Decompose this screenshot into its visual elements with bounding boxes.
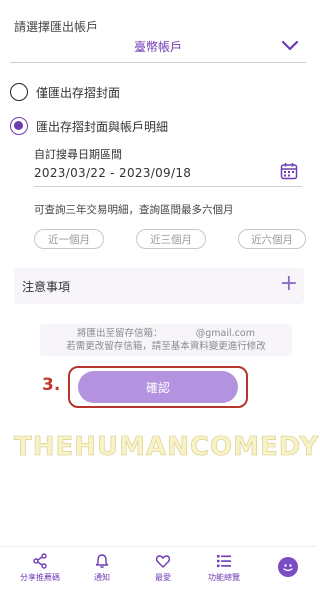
radio-button-selected[interactable] <box>10 117 28 135</box>
plus-icon[interactable]: + <box>280 272 298 296</box>
bell-icon <box>95 554 109 568</box>
nav-notifications[interactable]: 通知 <box>72 553 132 583</box>
option-label: 僅匯出存摺封面 <box>36 85 121 100</box>
step-marker: 3. <box>42 375 61 395</box>
query-hint: 可查詢三年交易明細，查詢區間最多六個月 <box>34 204 234 216</box>
nav-all-features-label: 功能總覽 <box>208 573 240 582</box>
notes-section[interactable]: 注意事項 + <box>14 268 304 304</box>
bottom-nav: 分享推薦碼 通知 最愛 功能總覽 <box>0 546 316 601</box>
range-six-months-button[interactable]: 近六個月 <box>238 229 306 249</box>
menu-icon <box>217 555 231 568</box>
avatar-icon[interactable] <box>278 557 298 577</box>
share-icon <box>33 553 47 569</box>
email-info-line1: 將匯出至留存信箱： @gmail.com <box>77 328 255 339</box>
calendar-icon[interactable] <box>280 162 298 180</box>
confirm-button[interactable]: 確認 <box>78 371 238 403</box>
account-value: 臺幣帳戶 <box>133 40 182 54</box>
option-cover-and-details[interactable]: 匯出存摺封面與帳戶明細 <box>10 114 168 138</box>
nav-favorites-label: 最愛 <box>155 573 171 582</box>
option-cover-only[interactable]: 僅匯出存摺封面 <box>10 80 120 104</box>
notes-title: 注意事項 <box>22 280 71 294</box>
chevron-down-icon <box>281 40 299 51</box>
watermark: THEHUMANCOMEDY <box>14 432 320 463</box>
nav-share[interactable]: 分享推薦碼 <box>10 553 70 583</box>
range-three-months-button[interactable]: 近三個月 <box>136 229 206 249</box>
option-label: 匯出存摺封面與帳戶明細 <box>36 119 169 134</box>
account-select[interactable]: 臺幣帳戶 <box>10 34 306 63</box>
nav-all-features[interactable]: 功能總覽 <box>194 553 254 583</box>
nav-notifications-label: 通知 <box>94 573 110 582</box>
range-one-month-button[interactable]: 近一個月 <box>34 229 104 249</box>
account-label: 請選擇匯出帳戶 <box>14 20 99 34</box>
avatar-face-icon <box>283 564 293 572</box>
nav-share-label: 分享推薦碼 <box>20 573 60 582</box>
radio-button[interactable] <box>10 83 28 101</box>
email-info-line2: 若需更改留存信箱，請至基本資料變更進行修改 <box>66 341 266 352</box>
date-range-value: 2023/03/22 - 2023/09/18 <box>34 166 192 180</box>
heart-icon <box>155 555 171 568</box>
nav-favorites[interactable]: 最愛 <box>133 553 193 583</box>
date-range-field[interactable]: 2023/03/22 - 2023/09/18 <box>34 160 302 187</box>
confirm-highlight-frame: 確認 <box>68 366 248 408</box>
email-info: 將匯出至留存信箱： @gmail.com 若需更改留存信箱，請至基本資料變更進行… <box>40 324 292 356</box>
